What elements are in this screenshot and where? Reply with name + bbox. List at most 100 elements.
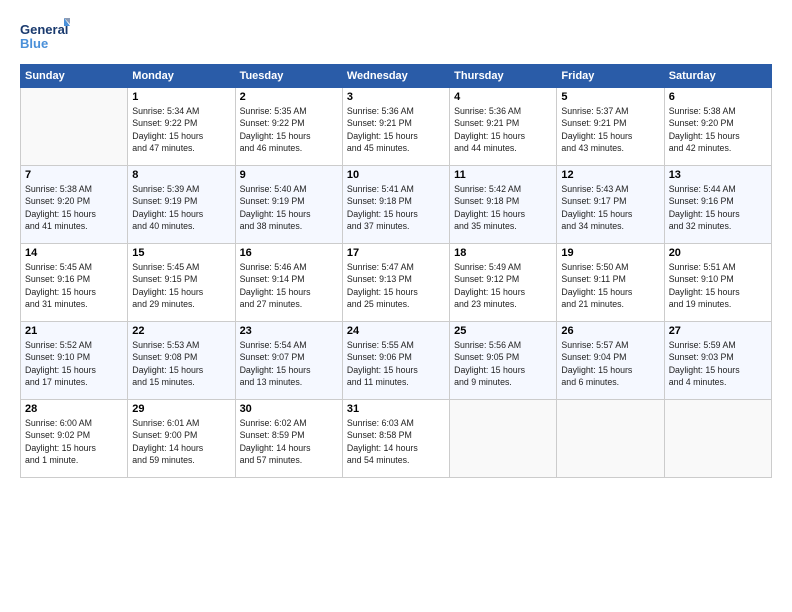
calendar-cell [664,400,771,478]
day-number: 26 [561,325,659,337]
calendar-cell: 12 Sunrise: 5:43 AM Sunset: 9:17 PM Dayli… [557,166,664,244]
day-number: 23 [240,325,338,337]
calendar-cell [450,400,557,478]
day-number: 7 [25,169,123,181]
calendar-cell: 4Sunrise: 5:36 AM Sunset: 9:21 PM Daylig… [450,88,557,166]
col-header-monday: Monday [128,65,235,88]
day-info: Sunrise: 5:41 AM Sunset: 9:18 PM Dayligh… [347,183,445,232]
calendar-cell: 25 Sunrise: 5:56 AM Sunset: 9:05 PM Dayli… [450,322,557,400]
calendar-cell: 8 Sunrise: 5:39 AM Sunset: 9:19 PM Daylig… [128,166,235,244]
calendar-cell: 19Sunrise: 5:50 AM Sunset: 9:11 PM Dayli… [557,244,664,322]
logo-container: General Blue [20,16,70,56]
day-number: 31 [347,403,445,415]
calendar-cell: 17Sunrise: 5:47 AM Sunset: 9:13 PM Dayli… [342,244,449,322]
calendar-cell: 7 Sunrise: 5:38 AM Sunset: 9:20 PM Daylig… [21,166,128,244]
logo: General Blue [20,16,70,56]
day-number: 12 [561,169,659,181]
calendar-cell: 26 Sunrise: 5:57 AM Sunset: 9:04 PM Dayli… [557,322,664,400]
day-number: 11 [454,169,552,181]
day-info: Sunrise: 5:46 AM Sunset: 9:14 PM Dayligh… [240,261,338,310]
day-info: Sunrise: 5:34 AM Sunset: 9:22 PM Dayligh… [132,105,230,154]
day-info: Sunrise: 5:59 AM Sunset: 9:03 PM Dayligh… [669,339,767,388]
day-info: Sunrise: 6:03 AM Sunset: 8:58 PM Dayligh… [347,417,445,466]
day-info: Sunrise: 5:45 AM Sunset: 9:16 PM Dayligh… [25,261,123,310]
calendar-cell: 28 Sunrise: 6:00 AM Sunset: 9:02 PM Dayli… [21,400,128,478]
week-row-2: 7 Sunrise: 5:38 AM Sunset: 9:20 PM Daylig… [21,166,772,244]
day-number: 20 [669,247,767,259]
svg-text:General: General [20,22,68,37]
day-number: 29 [132,403,230,415]
day-number: 9 [240,169,338,181]
col-header-sunday: Sunday [21,65,128,88]
day-info: Sunrise: 5:36 AM Sunset: 9:21 PM Dayligh… [347,105,445,154]
day-info: Sunrise: 5:38 AM Sunset: 9:20 PM Dayligh… [25,183,123,232]
week-row-1: 1 Sunrise: 5:34 AM Sunset: 9:22 PM Daylig… [21,88,772,166]
day-info: Sunrise: 5:44 AM Sunset: 9:16 PM Dayligh… [669,183,767,232]
col-header-friday: Friday [557,65,664,88]
day-info: Sunrise: 5:52 AM Sunset: 9:10 PM Dayligh… [25,339,123,388]
day-number: 18 [454,247,552,259]
day-info: Sunrise: 5:45 AM Sunset: 9:15 PM Dayligh… [132,261,230,310]
day-number: 3 [347,91,445,103]
day-number: 19 [561,247,659,259]
logo-svg: General Blue [20,16,70,56]
day-info: Sunrise: 6:00 AM Sunset: 9:02 PM Dayligh… [25,417,123,466]
day-number: 10 [347,169,445,181]
day-number: 27 [669,325,767,337]
day-info: Sunrise: 5:38 AM Sunset: 9:20 PM Dayligh… [669,105,767,154]
calendar-cell: 5 Sunrise: 5:37 AM Sunset: 9:21 PM Daylig… [557,88,664,166]
day-info: Sunrise: 5:36 AM Sunset: 9:21 PM Dayligh… [454,105,552,154]
calendar-cell: 20Sunrise: 5:51 AM Sunset: 9:10 PM Dayli… [664,244,771,322]
day-number: 25 [454,325,552,337]
day-info: Sunrise: 5:39 AM Sunset: 9:19 PM Dayligh… [132,183,230,232]
day-number: 17 [347,247,445,259]
calendar-cell: 14 Sunrise: 5:45 AM Sunset: 9:16 PM Dayli… [21,244,128,322]
col-header-wednesday: Wednesday [342,65,449,88]
day-number: 1 [132,91,230,103]
calendar-cell: 29 Sunrise: 6:01 AM Sunset: 9:00 PM Dayli… [128,400,235,478]
day-number: 8 [132,169,230,181]
day-info: Sunrise: 5:42 AM Sunset: 9:18 PM Dayligh… [454,183,552,232]
day-number: 16 [240,247,338,259]
day-number: 21 [25,325,123,337]
calendar-page: General Blue SundayMondayTuesdayWednesda… [0,0,792,612]
day-number: 24 [347,325,445,337]
calendar-cell: 31 Sunrise: 6:03 AM Sunset: 8:58 PM Dayli… [342,400,449,478]
day-info: Sunrise: 5:53 AM Sunset: 9:08 PM Dayligh… [132,339,230,388]
calendar-cell: 11 Sunrise: 5:42 AM Sunset: 9:18 PM Dayli… [450,166,557,244]
day-number: 15 [132,247,230,259]
calendar-cell: 15 Sunrise: 5:45 AM Sunset: 9:15 PM Dayli… [128,244,235,322]
day-number: 14 [25,247,123,259]
day-info: Sunrise: 5:49 AM Sunset: 9:12 PM Dayligh… [454,261,552,310]
day-info: Sunrise: 5:37 AM Sunset: 9:21 PM Dayligh… [561,105,659,154]
calendar-cell: 24 Sunrise: 5:55 AM Sunset: 9:06 PM Dayli… [342,322,449,400]
calendar-cell: 21 Sunrise: 5:52 AM Sunset: 9:10 PM Dayli… [21,322,128,400]
day-number: 28 [25,403,123,415]
day-info: Sunrise: 6:01 AM Sunset: 9:00 PM Dayligh… [132,417,230,466]
day-info: Sunrise: 5:55 AM Sunset: 9:06 PM Dayligh… [347,339,445,388]
header: General Blue [20,16,772,56]
col-header-thursday: Thursday [450,65,557,88]
calendar-table: SundayMondayTuesdayWednesdayThursdayFrid… [20,64,772,478]
col-header-saturday: Saturday [664,65,771,88]
day-info: Sunrise: 6:02 AM Sunset: 8:59 PM Dayligh… [240,417,338,466]
day-info: Sunrise: 5:35 AM Sunset: 9:22 PM Dayligh… [240,105,338,154]
calendar-cell: 22Sunrise: 5:53 AM Sunset: 9:08 PM Dayli… [128,322,235,400]
day-info: Sunrise: 5:43 AM Sunset: 9:17 PM Dayligh… [561,183,659,232]
day-info: Sunrise: 5:54 AM Sunset: 9:07 PM Dayligh… [240,339,338,388]
week-row-4: 21 Sunrise: 5:52 AM Sunset: 9:10 PM Dayli… [21,322,772,400]
calendar-cell: 16 Sunrise: 5:46 AM Sunset: 9:14 PM Dayli… [235,244,342,322]
week-row-5: 28 Sunrise: 6:00 AM Sunset: 9:02 PM Dayli… [21,400,772,478]
calendar-cell: 2Sunrise: 5:35 AM Sunset: 9:22 PM Daylig… [235,88,342,166]
calendar-cell: 10 Sunrise: 5:41 AM Sunset: 9:18 PM Dayli… [342,166,449,244]
calendar-cell: 1 Sunrise: 5:34 AM Sunset: 9:22 PM Daylig… [128,88,235,166]
day-number: 5 [561,91,659,103]
calendar-cell: 30 Sunrise: 6:02 AM Sunset: 8:59 PM Dayli… [235,400,342,478]
calendar-cell: 13Sunrise: 5:44 AM Sunset: 9:16 PM Dayli… [664,166,771,244]
day-number: 30 [240,403,338,415]
col-header-tuesday: Tuesday [235,65,342,88]
calendar-cell [557,400,664,478]
day-info: Sunrise: 5:56 AM Sunset: 9:05 PM Dayligh… [454,339,552,388]
day-number: 6 [669,91,767,103]
day-info: Sunrise: 5:57 AM Sunset: 9:04 PM Dayligh… [561,339,659,388]
